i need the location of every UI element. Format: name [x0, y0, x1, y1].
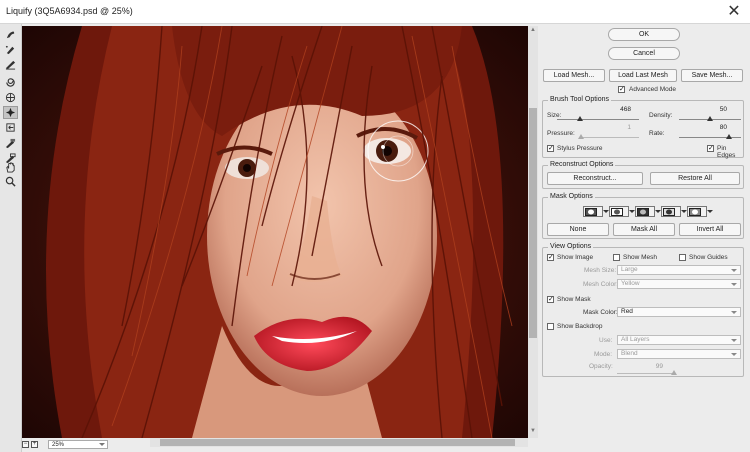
portrait-image — [22, 26, 528, 438]
use-select[interactable]: All Layers — [617, 335, 741, 345]
view-options: View Options ✓ Show Image Show Mesh Show… — [542, 243, 744, 377]
window-title: Liquify (3Q5A6934.psd @ 25%) — [6, 6, 133, 16]
zoom-out-icon[interactable]: − — [22, 440, 29, 448]
density-slider[interactable] — [679, 116, 741, 121]
show-mesh-label: Show Mesh — [623, 254, 657, 261]
mesh-color-select[interactable]: Yellow — [617, 279, 741, 289]
invert-selection-icon[interactable] — [687, 206, 713, 217]
show-guides-label: Show Guides — [689, 254, 728, 261]
mask-color-label: Mask Color: — [583, 309, 618, 316]
mesh-color-label: Mesh Color: — [583, 281, 619, 288]
add-to-selection-icon[interactable] — [609, 206, 635, 217]
zoom-in-icon[interactable]: + — [31, 440, 38, 448]
mode-label: Mode: — [594, 351, 613, 358]
mask-none-button[interactable]: None — [547, 223, 609, 236]
size-slider[interactable] — [557, 116, 639, 121]
show-guides-checkbox[interactable] — [679, 254, 686, 261]
mesh-size-label: Mesh Size: — [584, 267, 617, 274]
pucker-tool-icon[interactable] — [3, 91, 18, 104]
restore-all-button[interactable]: Restore All — [650, 172, 740, 185]
title-bar: Liquify (3Q5A6934.psd @ 25%) ✕ — [0, 0, 750, 24]
mask-options: Mask Options None Mask All Invert All — [542, 193, 744, 239]
vertical-scroll-thumb[interactable] — [529, 108, 537, 338]
show-mask-label: Show Mask — [557, 296, 591, 303]
brush-tool-options: Brush Tool Options Size: 468 Density: 50… — [542, 96, 744, 159]
intersect-selection-icon[interactable] — [661, 206, 687, 217]
twirl-tool-icon[interactable] — [3, 76, 18, 89]
load-mesh-button[interactable]: Load Mesh... — [543, 69, 605, 82]
show-image-checkbox[interactable]: ✓ — [547, 254, 554, 261]
zoom-select[interactable]: 25% — [48, 439, 108, 449]
subtract-from-selection-icon[interactable] — [635, 206, 661, 217]
show-mesh-checkbox[interactable] — [613, 254, 620, 261]
pressure-value[interactable]: 1 — [607, 124, 631, 131]
scroll-down-icon[interactable]: ▼ — [528, 428, 538, 437]
mask-all-button[interactable]: Mask All — [613, 223, 675, 236]
freeze-mask-tool-icon[interactable] — [3, 137, 18, 150]
horizontal-scroll-thumb[interactable] — [160, 439, 515, 446]
show-image-label: Show Image — [557, 254, 594, 261]
show-backdrop-checkbox[interactable] — [547, 323, 554, 330]
push-left-tool-icon[interactable] — [3, 121, 18, 134]
pressure-slider[interactable] — [578, 134, 639, 139]
image-canvas[interactable] — [22, 26, 528, 438]
reconstruct-options: Reconstruct Options Reconstruct... Resto… — [542, 161, 744, 189]
bloat-tool-icon[interactable] — [3, 106, 18, 119]
save-mesh-button[interactable]: Save Mesh... — [681, 69, 743, 82]
stylus-pressure-checkbox[interactable]: ✓ — [547, 145, 554, 152]
mask-section-title: Mask Options — [548, 193, 595, 200]
close-icon[interactable]: ✕ — [724, 2, 744, 22]
size-label: Size: — [547, 112, 562, 119]
reconstruct-section-title: Reconstruct Options — [548, 161, 616, 168]
zoom-tool-icon[interactable] — [3, 175, 18, 188]
mode-select[interactable]: Blend — [617, 349, 741, 359]
opacity-slider[interactable] — [617, 370, 678, 375]
rate-slider[interactable] — [679, 134, 741, 139]
view-section-title: View Options — [548, 243, 594, 250]
load-last-mesh-button[interactable]: Load Last Mesh — [609, 69, 677, 82]
use-label: Use: — [599, 337, 613, 344]
advanced-mode-label: Advanced Mode — [629, 86, 676, 93]
mask-color-select[interactable]: Red — [617, 307, 741, 317]
stylus-pressure-label: Stylus Pressure — [557, 145, 603, 152]
zoom-controls: − + 25% — [22, 438, 108, 450]
rate-value[interactable]: 80 — [703, 124, 727, 131]
density-label: Density: — [649, 112, 673, 119]
invert-all-button[interactable]: Invert All — [679, 223, 741, 236]
replace-selection-icon[interactable] — [583, 206, 609, 217]
opacity-value[interactable]: 99 — [639, 363, 663, 370]
hand-tool-icon[interactable] — [3, 161, 18, 174]
opacity-label: Opacity: — [589, 363, 613, 370]
mesh-size-select[interactable]: Large — [617, 265, 741, 275]
vertical-scrollbar[interactable]: ▲ ▼ — [528, 26, 538, 438]
rate-label: Rate: — [649, 130, 665, 137]
show-mask-checkbox[interactable]: ✓ — [547, 296, 554, 303]
scroll-up-icon[interactable]: ▲ — [528, 27, 538, 36]
reconstruct-button[interactable]: Reconstruct... — [547, 172, 643, 185]
pressure-label: Pressure: — [547, 130, 575, 137]
tools-panel — [0, 24, 22, 452]
density-value[interactable]: 50 — [703, 106, 727, 113]
show-backdrop-label: Show Backdrop — [557, 323, 603, 330]
advanced-mode-checkbox[interactable]: ✓ — [618, 86, 625, 93]
forward-warp-tool-icon[interactable] — [3, 28, 18, 41]
cancel-button[interactable]: Cancel — [608, 47, 680, 60]
pin-edges-label: Pin Edges — [717, 145, 736, 159]
pin-edges-checkbox[interactable]: ✓ — [707, 145, 714, 152]
smooth-tool-icon[interactable] — [3, 58, 18, 71]
reconstruct-tool-icon[interactable] — [3, 43, 18, 56]
options-panel: OK Cancel Load Mesh... Load Last Mesh Sa… — [538, 24, 750, 452]
brush-section-title: Brush Tool Options — [548, 96, 612, 103]
ok-button[interactable]: OK — [608, 28, 680, 41]
size-value[interactable]: 468 — [607, 106, 631, 113]
horizontal-scrollbar[interactable] — [150, 438, 528, 447]
